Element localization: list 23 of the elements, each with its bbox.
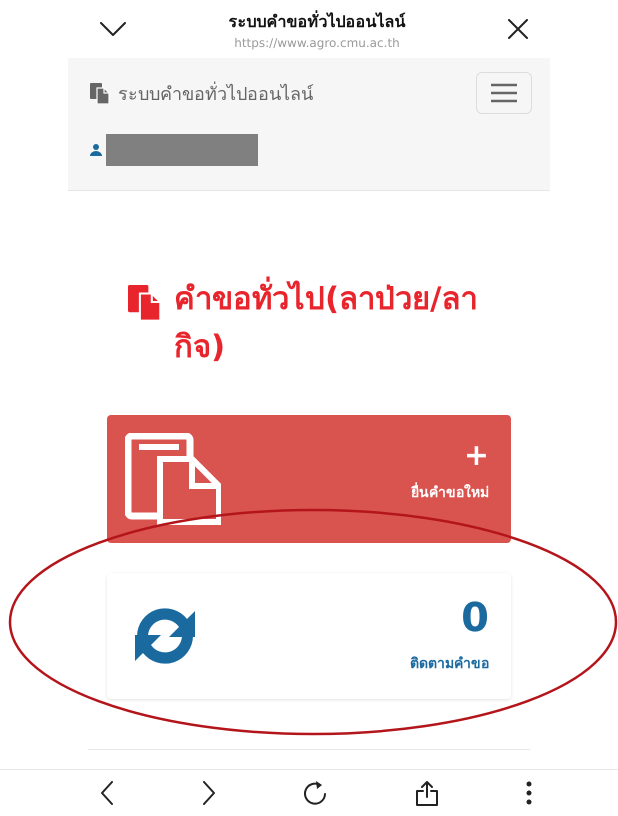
page-heading: คำขอทั่วไป(ลาป่วย/ลากิจ) bbox=[174, 275, 510, 371]
menu-icon bbox=[490, 83, 518, 103]
more-icon[interactable] bbox=[526, 781, 532, 805]
window-title: ระบบคำขอทั่วไปออนไลน์ bbox=[228, 9, 406, 32]
document-icon bbox=[128, 285, 162, 321]
user-icon bbox=[90, 144, 102, 156]
reload-icon[interactable] bbox=[304, 780, 328, 806]
forward-icon[interactable] bbox=[202, 781, 216, 805]
navbar-brand[interactable]: ระบบคำขอทั่วไปออนไลน์ bbox=[118, 78, 313, 108]
document-icon bbox=[90, 82, 110, 104]
track-request-card[interactable]: 0 ติดตามคำขอ bbox=[107, 573, 511, 699]
chevron-down-icon[interactable] bbox=[100, 22, 126, 36]
back-icon[interactable] bbox=[100, 781, 114, 805]
card-label: ติดตามคำขอ bbox=[410, 655, 489, 674]
share-icon[interactable] bbox=[416, 780, 438, 806]
page-url: https://www.agro.cmu.ac.th bbox=[234, 36, 400, 50]
document-icon bbox=[125, 433, 221, 525]
new-request-card[interactable]: + ยื่นคำขอใหม่ bbox=[107, 415, 511, 543]
card-label: ยื่นคำขอใหม่ bbox=[411, 481, 489, 503]
menu-button[interactable] bbox=[476, 72, 532, 114]
request-count: 0 bbox=[461, 598, 489, 638]
close-icon[interactable] bbox=[508, 19, 528, 39]
plus-sign: + bbox=[464, 441, 489, 471]
